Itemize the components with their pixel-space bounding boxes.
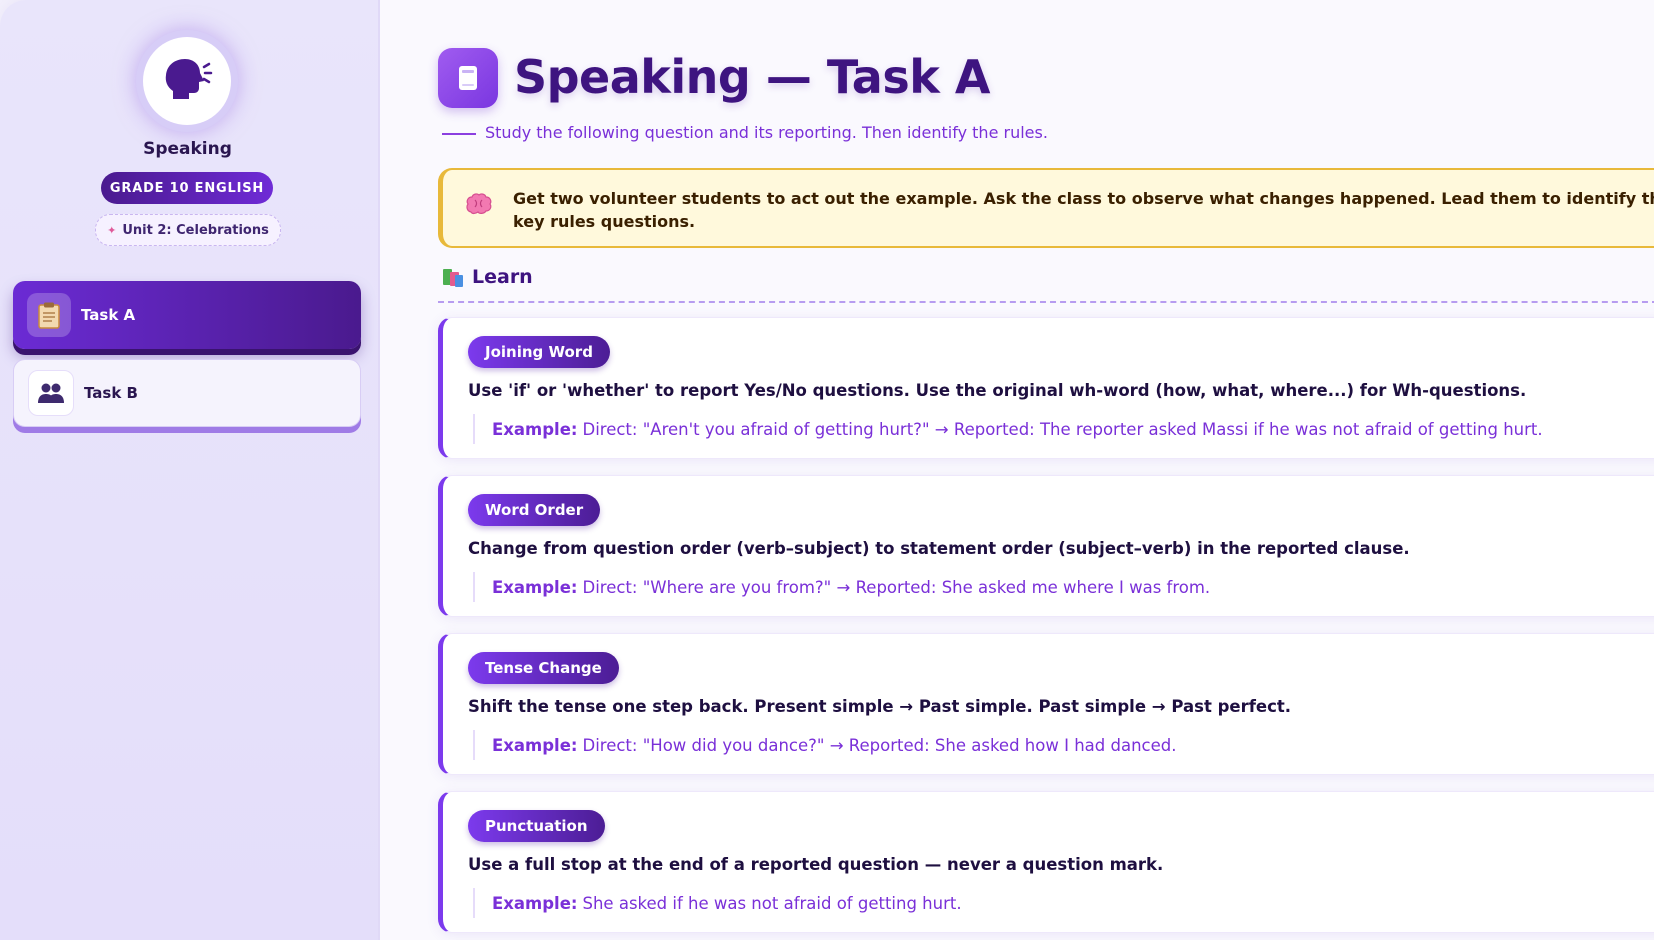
- task-a-label: Task A: [81, 306, 136, 324]
- rule-example: Example: Direct: "Aren't you afraid of g…: [473, 414, 1543, 444]
- rule-card-punctuation: Punctuation Use a full stop at the end o…: [438, 791, 1654, 933]
- unit-badge: ✦ Unit 2: Celebrations: [95, 214, 281, 246]
- learn-divider: [438, 301, 1654, 303]
- rule-card-joining-word: Joining Word Use 'if' or 'whether' to re…: [438, 317, 1654, 459]
- sidebar: Speaking GRADE 10 ENGLISH ✦ Unit 2: Cele…: [0, 0, 380, 940]
- rule-card-word-order: Word Order Change from question order (v…: [438, 475, 1654, 617]
- rule-example: Example: Direct: "Where are you from?" →…: [473, 572, 1210, 602]
- book-icon: [438, 48, 498, 108]
- learn-heading: Learn: [442, 266, 533, 288]
- rule-text: Use a full stop at the end of a reported…: [468, 855, 1164, 874]
- rule-card-tense-change: Tense Change Shift the tense one step ba…: [438, 633, 1654, 775]
- example-label: Example:: [492, 419, 578, 439]
- speaking-head-icon: [165, 59, 213, 99]
- people-icon: [38, 383, 64, 403]
- speaking-avatar: [136, 30, 238, 132]
- clipboard-icon: [38, 302, 60, 329]
- rule-badge: Punctuation: [468, 810, 605, 842]
- unit-label: Unit 2: Celebrations: [122, 222, 269, 238]
- sidebar-item-task-a[interactable]: Task A: [13, 281, 361, 349]
- example-label: Example:: [492, 893, 578, 913]
- sidebar-title: Speaking: [143, 139, 232, 159]
- books-icon: [443, 269, 463, 287]
- example-text: Direct: "How did you dance?" → Reported:…: [582, 735, 1177, 755]
- example-text: Direct: "Where are you from?" → Reported…: [582, 577, 1211, 597]
- rule-example: Example: She asked if he was not afraid …: [473, 888, 962, 918]
- example-label: Example:: [492, 735, 578, 755]
- example-label: Example:: [492, 577, 578, 597]
- sidebar-item-task-b[interactable]: Task B: [13, 359, 361, 427]
- example-text: Direct: "Aren't you afraid of getting hu…: [582, 419, 1543, 439]
- grade-badge: GRADE 10 ENGLISH: [101, 172, 273, 204]
- rule-text: Use 'if' or 'whether' to report Yes/No q…: [468, 381, 1527, 400]
- brain-icon: [466, 193, 492, 215]
- example-text: She asked if he was not afraid of gettin…: [582, 893, 962, 913]
- page-subtitle: Study the following question and its rep…: [485, 123, 1048, 142]
- task-b-label: Task B: [84, 384, 138, 402]
- main-content: Speaking — Task A Study the following qu…: [380, 0, 1654, 940]
- rule-badge: Tense Change: [468, 652, 619, 684]
- rule-badge: Joining Word: [468, 336, 610, 368]
- rule-example: Example: Direct: "How did you dance?" → …: [473, 730, 1176, 760]
- rule-badge: Word Order: [468, 494, 601, 526]
- learn-heading-text: Learn: [472, 266, 533, 288]
- celebration-icon: ✦: [107, 223, 117, 237]
- teacher-note-text: Get two volunteer students to act out th…: [513, 189, 1654, 231]
- rule-text: Change from question order (verb–subject…: [468, 539, 1410, 558]
- rule-text: Shift the tense one step back. Present s…: [468, 697, 1292, 716]
- teacher-note: Get two volunteer students to act out th…: [438, 168, 1654, 248]
- subtitle-accent-line: [442, 133, 476, 135]
- page-title: Speaking — Task A: [514, 50, 990, 104]
